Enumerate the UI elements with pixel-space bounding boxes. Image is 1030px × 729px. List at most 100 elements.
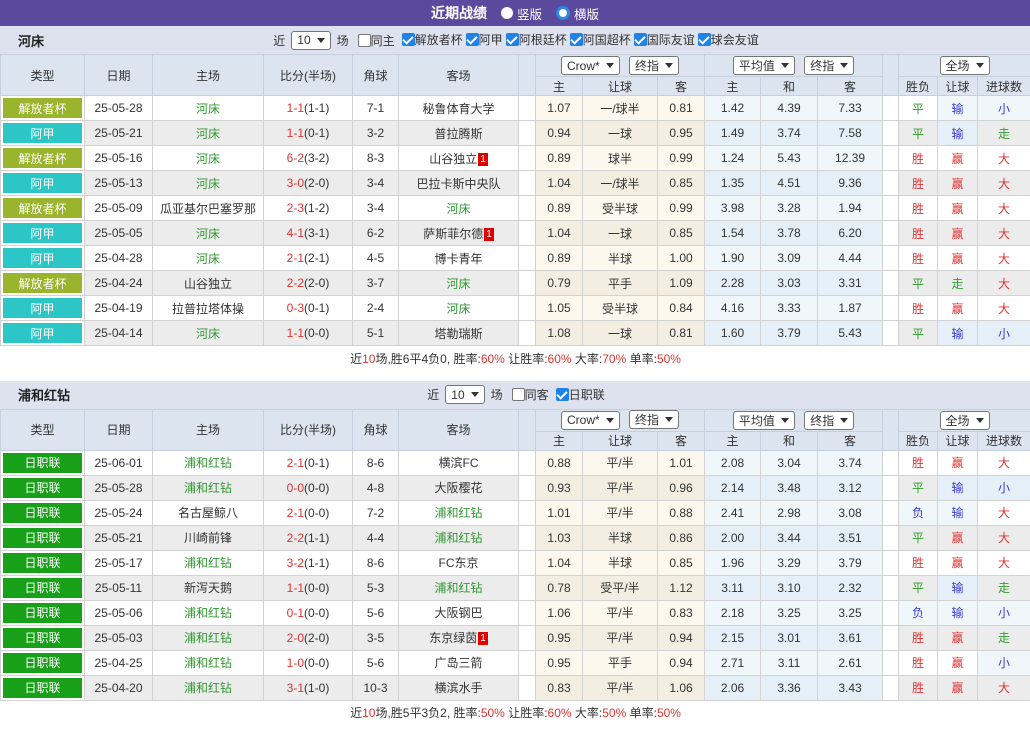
away-team: 河床 [399, 271, 519, 296]
home-team: 河床 [153, 121, 264, 146]
spacer-cell [883, 475, 899, 500]
league-checkbox[interactable]: 解放者杯 [402, 31, 463, 48]
odds-time-select[interactable]: 终指 [629, 410, 679, 429]
match-count-select[interactable]: 10 [445, 385, 484, 404]
corner-score: 2-4 [353, 296, 399, 321]
odds-time-select[interactable]: 终指 [629, 56, 679, 75]
league-checkbox[interactable]: 日职联 [556, 386, 605, 403]
match-date: 25-05-17 [85, 550, 153, 575]
avg-away-odds: 3.25 [818, 600, 883, 625]
matches-table: 类型 日期 主场 比分(半场) 角球 客场 Crow* 终指 平均值 终指 [0, 409, 1030, 726]
home-team-name: 河床 [196, 102, 220, 116]
away-team: 浦和红钻 [399, 500, 519, 525]
same-venue-checkbox[interactable]: 同客 [512, 386, 549, 403]
near-label: 近 [427, 386, 439, 403]
home-team-name: 新泻天鹅 [184, 581, 232, 595]
halftime-score: (0-0) [304, 581, 329, 595]
match-score: 3-2(1-1) [264, 550, 353, 575]
league-type-cell: 日职联 [1, 500, 85, 525]
match-date: 25-04-19 [85, 296, 153, 321]
away-team-name: 横滨水手 [434, 681, 482, 695]
result-wdl: 平 [899, 525, 938, 550]
home-team: 山谷独立 [153, 271, 264, 296]
avg-draw-odds: 3.03 [761, 271, 818, 296]
home-team-name: 浦和红钻 [184, 631, 232, 645]
league-type-cell: 阿甲 [1, 296, 85, 321]
home-team-name: 拉普拉塔体操 [172, 302, 244, 316]
avg-source-select[interactable]: 平均值 [733, 411, 795, 430]
home-team-name: 浦和红钻 [184, 681, 232, 695]
result-handicap: 输 [938, 96, 978, 121]
avg-home-odds: 1.42 [705, 96, 761, 121]
avg-home-odds: 3.11 [705, 575, 761, 600]
league-checkbox[interactable]: 国际友谊 [634, 31, 695, 48]
league-type-badge: 日职联 [3, 503, 82, 523]
league-checkbox[interactable]: 阿甲 [466, 31, 503, 48]
scope-select[interactable]: 全场 [940, 411, 990, 430]
result-goals: 大 [978, 525, 1030, 550]
spacer-cell [883, 600, 899, 625]
corner-score: 8-3 [353, 146, 399, 171]
crow-away-odds: 0.81 [658, 96, 705, 121]
spacer-cell [883, 146, 899, 171]
avg-time-select[interactable]: 终指 [804, 56, 854, 75]
radio-vertical-layout[interactable]: 竖版 [501, 4, 542, 23]
handicap-line: 受半球 [583, 296, 658, 321]
result-goals: 大 [978, 675, 1030, 700]
match-date: 25-04-20 [85, 675, 153, 700]
scope-select[interactable]: 全场 [940, 56, 990, 75]
home-team: 河床 [153, 246, 264, 271]
home-team-name: 浦和红钻 [184, 481, 232, 495]
home-team: 新泻天鹅 [153, 575, 264, 600]
summary-line: 近10场,胜5平3负2, 胜率:50% 让胜率:60% 大率:50% 单率:50… [1, 700, 1030, 725]
same-venue-checkbox[interactable]: 同主 [358, 32, 395, 49]
halftime-score: (1-2) [304, 201, 329, 215]
odds-source-select[interactable]: Crow* [561, 411, 620, 430]
chevron-down-icon [976, 418, 984, 423]
chevron-down-icon [781, 63, 789, 68]
avg-home-odds: 2.06 [705, 675, 761, 700]
spacer-cell [519, 296, 536, 321]
col-odds-home: 主 [536, 77, 583, 96]
home-team: 浦和红钻 [153, 475, 264, 500]
corner-score: 4-8 [353, 475, 399, 500]
spacer-cell [519, 450, 536, 475]
crow-away-odds: 1.09 [658, 271, 705, 296]
avg-time-select[interactable]: 终指 [804, 411, 854, 430]
chevron-down-icon [781, 418, 789, 423]
crow-home-odds: 0.93 [536, 475, 583, 500]
result-wdl: 平 [899, 96, 938, 121]
result-handicap: 输 [938, 475, 978, 500]
home-team: 瓜亚基尔巴塞罗那 [153, 196, 264, 221]
avg-away-odds: 3.08 [818, 500, 883, 525]
avg-home-odds: 2.15 [705, 625, 761, 650]
spacer-cell [883, 575, 899, 600]
spacer-cell [883, 321, 899, 346]
away-team: 横滨FC [399, 450, 519, 475]
halftime-score: (2-0) [304, 631, 329, 645]
league-type-badge: 解放者杯 [3, 98, 82, 118]
crow-home-odds: 0.94 [536, 121, 583, 146]
halftime-score: (0-0) [304, 656, 329, 670]
league-checkbox[interactable]: 阿根廷杯 [506, 31, 567, 48]
odds-source-select[interactable]: Crow* [561, 56, 620, 75]
league-checkbox[interactable]: 阿国超杯 [570, 31, 631, 48]
home-team-name: 浦和红钻 [184, 606, 232, 620]
crow-home-odds: 0.95 [536, 650, 583, 675]
page-title: 近期战绩 [431, 3, 487, 23]
chevron-down-icon [665, 417, 673, 422]
col-res-goals: 进球数 [978, 77, 1030, 96]
spacer-cell [519, 600, 536, 625]
result-goals: 大 [978, 221, 1030, 246]
avg-away-odds: 3.74 [818, 450, 883, 475]
away-team: 塔勒瑞斯 [399, 321, 519, 346]
spacer-cell [519, 196, 536, 221]
avg-source-select[interactable]: 平均值 [733, 56, 795, 75]
radio-horizontal-layout[interactable]: 横版 [556, 4, 599, 23]
red-card-badge: 1 [478, 632, 488, 645]
col-corner: 角球 [353, 409, 399, 450]
league-checkbox[interactable]: 球会友谊 [698, 31, 759, 48]
spacer-cell [883, 221, 899, 246]
match-count-select[interactable]: 10 [291, 31, 330, 50]
fulltime-score: 0-1 [287, 606, 304, 620]
